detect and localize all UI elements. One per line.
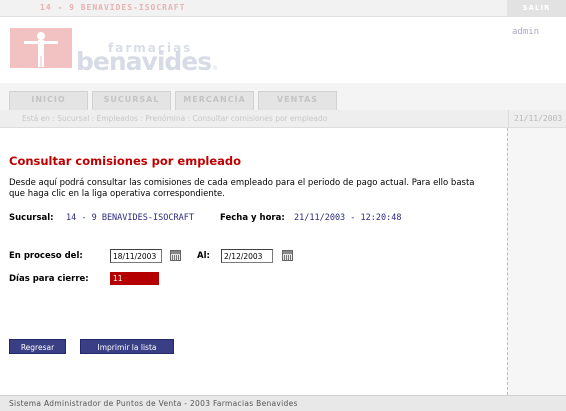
- back-button[interactable]: Regresar: [9, 339, 66, 354]
- breadcrumb-divider: [508, 110, 509, 128]
- logo-figure-icon: [10, 28, 72, 68]
- logo-trademark: ®: [212, 65, 218, 72]
- logo-wordmark: benavides: [76, 47, 212, 76]
- proceso-from-field[interactable]: 18/11/2003: [110, 249, 162, 263]
- calendar-icon[interactable]: [282, 250, 293, 261]
- store-name: 14 - 9 BENAVIDES-ISOCRAFT: [40, 3, 186, 12]
- days-to-close-badge: 11: [110, 272, 159, 285]
- main-nav: INICIO SUCURSAL MERCANCÍA VENTAS: [0, 83, 566, 110]
- page-description: Desde aquí podrá consultar las comisione…: [9, 178, 475, 199]
- proceso-label: En proceso del:: [9, 251, 83, 261]
- al-label: Al:: [197, 251, 210, 261]
- footer-text: Sistema Administrador de Puntos de Venta…: [9, 399, 298, 408]
- tab-ventas[interactable]: VENTAS: [258, 91, 337, 110]
- header: farmacias benavides ® admin: [0, 17, 566, 83]
- user-name: admin: [512, 27, 540, 37]
- breadcrumb: Está en : Sucursal : Empleados : Prenómi…: [0, 110, 566, 128]
- proceso-to-field[interactable]: 2/12/2003: [221, 249, 273, 263]
- tab-sucursal[interactable]: SUCURSAL: [92, 91, 171, 110]
- right-panel: [507, 128, 566, 395]
- tab-mercancia[interactable]: MERCANCÍA: [175, 91, 254, 110]
- sucursal-label: Sucursal:: [9, 213, 54, 223]
- page-title: Consultar comisiones por empleado: [9, 154, 242, 168]
- footer: Sistema Administrador de Puntos de Venta…: [0, 395, 566, 411]
- tab-inicio[interactable]: INICIO: [9, 91, 88, 110]
- print-list-button[interactable]: Imprimir la lista: [80, 339, 174, 354]
- logout-button[interactable]: SALIR: [507, 0, 566, 17]
- sucursal-value: 14 - 9 BENAVIDES-ISOCRAFT: [66, 213, 194, 223]
- current-date: 21/11/2003: [514, 114, 563, 123]
- calendar-icon[interactable]: [170, 250, 181, 261]
- breadcrumb-text: Está en : Sucursal : Empleados : Prenómi…: [22, 114, 328, 123]
- dias-label: Días para cierre:: [9, 274, 89, 284]
- fecha-value: 21/11/2003 - 12:20:48: [294, 213, 402, 223]
- fecha-label: Fecha y hora:: [220, 213, 285, 223]
- top-bar: 14 - 9 BENAVIDES-ISOCRAFT SALIR: [0, 0, 566, 17]
- main-content: Consultar comisiones por empleado Desde …: [0, 128, 507, 395]
